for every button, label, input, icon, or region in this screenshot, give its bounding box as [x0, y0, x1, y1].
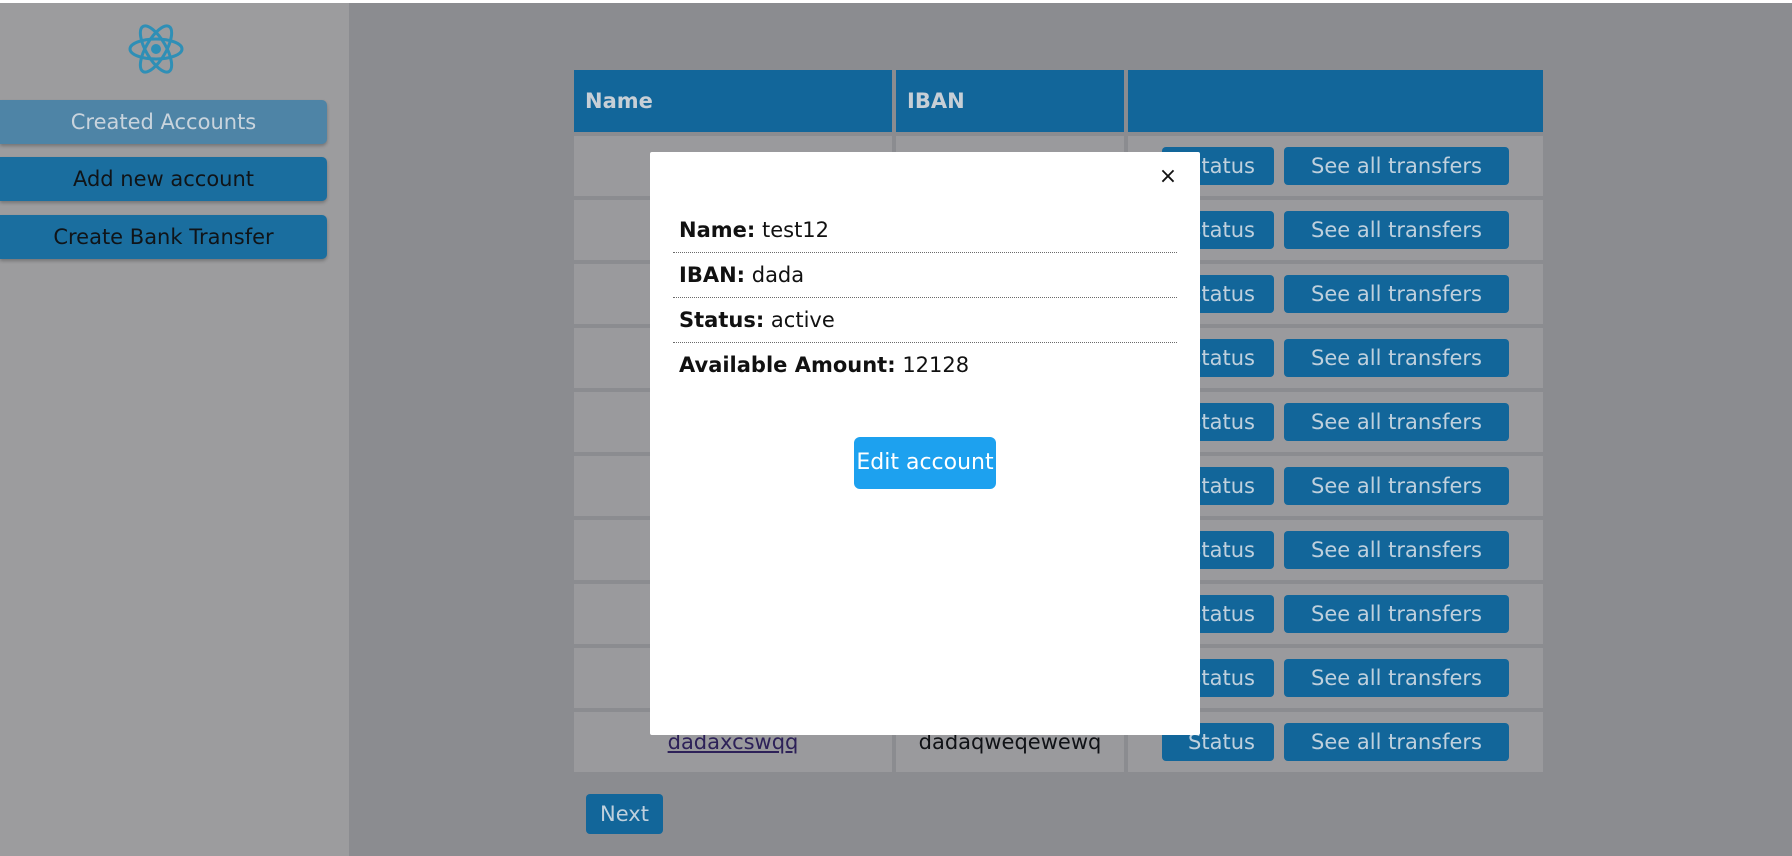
see-all-transfers-button[interactable]: See all transfers	[1284, 339, 1509, 377]
detail-label: IBAN:	[679, 263, 746, 287]
see-all-transfers-button[interactable]: See all transfers	[1284, 275, 1509, 313]
see-all-transfers-button[interactable]: See all transfers	[1284, 723, 1509, 761]
detail-value: test12	[761, 218, 830, 242]
edit-account-button[interactable]: Edit account	[854, 437, 996, 489]
sidebar-item-add-new-account[interactable]: Add new account	[0, 157, 327, 201]
see-all-transfers-button[interactable]: See all transfers	[1284, 147, 1509, 185]
detail-label: Available Amount:	[679, 353, 896, 377]
column-header-actions	[1128, 70, 1543, 132]
sidebar-item-create-bank-transfer[interactable]: Create Bank Transfer	[0, 215, 327, 259]
account-details-modal: × Name: test12 IBAN: dada Status: active…	[650, 152, 1200, 735]
table-header-row: Name IBAN	[574, 70, 1543, 132]
detail-label: Name:	[679, 218, 756, 242]
detail-available-amount: Available Amount: 12128	[673, 343, 1177, 387]
column-header-name: Name	[574, 70, 892, 132]
see-all-transfers-button[interactable]: See all transfers	[1284, 659, 1509, 697]
detail-value: dada	[751, 263, 805, 287]
detail-name: Name: test12	[673, 208, 1177, 253]
see-all-transfers-button[interactable]: See all transfers	[1284, 211, 1509, 249]
see-all-transfers-button[interactable]: See all transfers	[1284, 531, 1509, 569]
see-all-transfers-button[interactable]: See all transfers	[1284, 595, 1509, 633]
next-page-button[interactable]: Next	[586, 794, 663, 834]
sidebar: Created Accounts Add new account Create …	[0, 3, 349, 856]
column-header-iban: IBAN	[896, 70, 1124, 132]
see-all-transfers-button[interactable]: See all transfers	[1284, 467, 1509, 505]
close-icon[interactable]: ×	[1156, 165, 1180, 189]
detail-iban: IBAN: dada	[673, 253, 1177, 298]
detail-status: Status: active	[673, 298, 1177, 343]
account-details-list: Name: test12 IBAN: dada Status: active A…	[673, 208, 1177, 387]
react-atom-icon	[128, 24, 184, 74]
detail-value: 12128	[902, 353, 970, 377]
sidebar-item-created-accounts[interactable]: Created Accounts	[0, 100, 327, 144]
detail-label: Status:	[679, 308, 765, 332]
detail-value: active	[770, 308, 835, 332]
see-all-transfers-button[interactable]: See all transfers	[1284, 403, 1509, 441]
